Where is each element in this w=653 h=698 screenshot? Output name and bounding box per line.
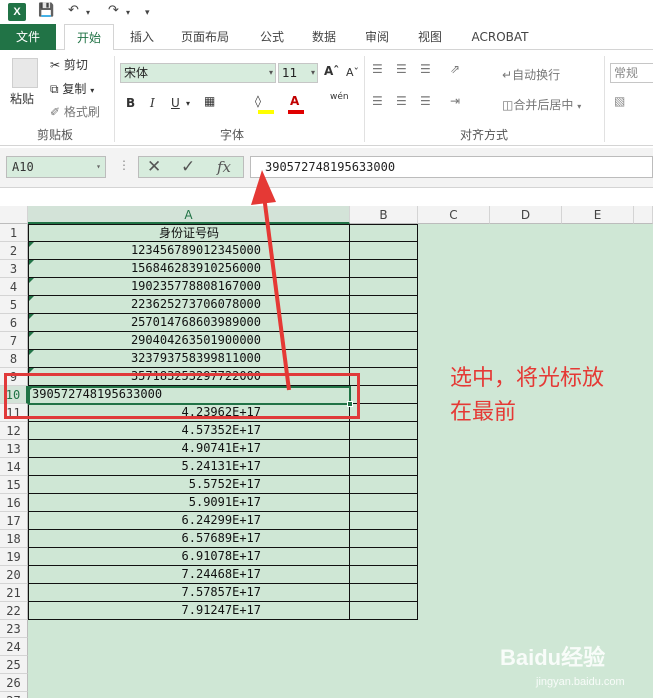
watermark-url: jingyan.baidu.com (536, 676, 625, 688)
annotation-line-2: 在最前 (450, 400, 517, 425)
annotation-line-1: 选中，将光标放 (450, 366, 605, 391)
arrow-shaft (262, 195, 291, 391)
arrow-head-icon (251, 170, 276, 205)
watermark-brand: Baidu经验 (500, 645, 606, 670)
excel-window: X 💾 ↶ ▾ ↷ ▾ ▾ 文件 开始 插入 页面布局 公式 数据 审阅 视图 … (0, 0, 653, 698)
annotation-arrow (251, 170, 291, 391)
annotation-text: 选中，将光标放 在最前 (450, 362, 650, 430)
